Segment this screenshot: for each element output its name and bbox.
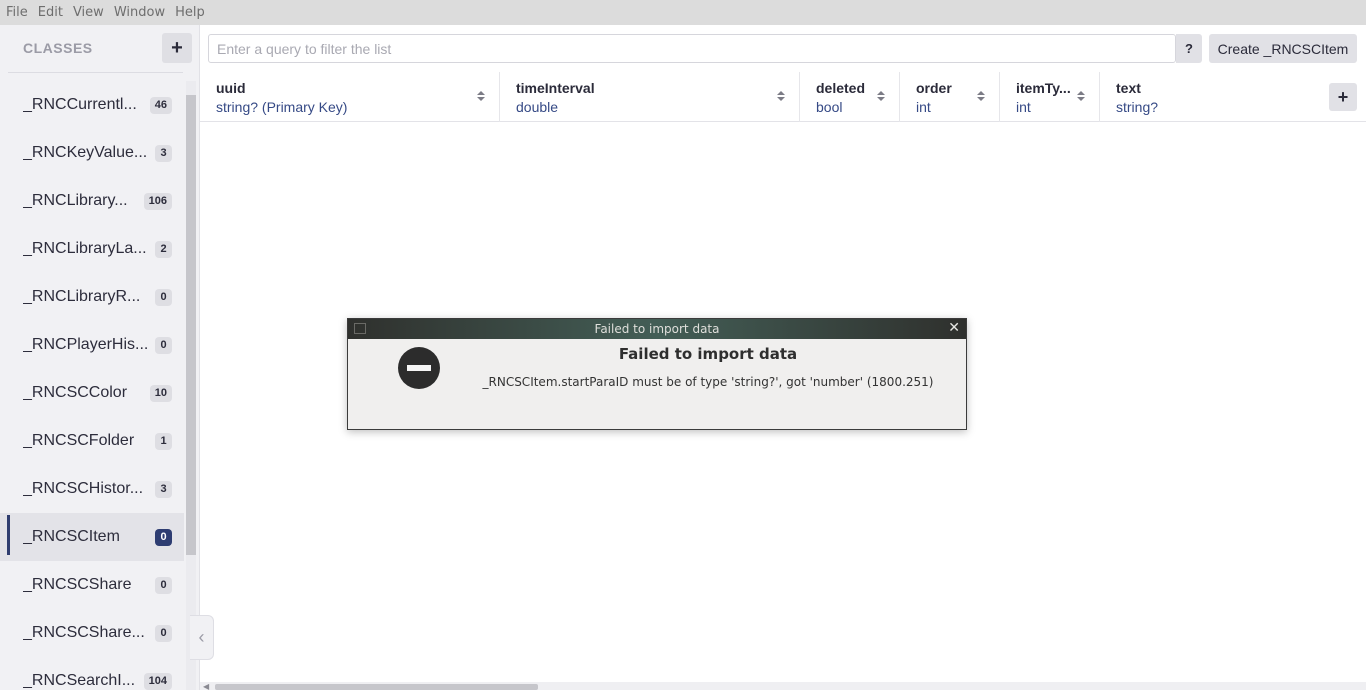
sort-icon[interactable] [977,91,985,103]
column-type: int [916,99,931,115]
object-count-badge: 3 [155,480,172,498]
object-count-badge: 106 [143,192,172,210]
sort-icon[interactable] [1077,91,1085,103]
column-name: uuid [216,80,246,96]
collapse-sidebar-button[interactable]: ‹ [190,615,214,660]
column-header-deleted[interactable]: deleted bool [800,72,900,122]
create-object-button[interactable]: Create _RNCSCItem [1209,34,1357,63]
sort-icon[interactable] [877,91,885,103]
class-name: _RNCKeyValue... [23,144,148,161]
column-type: double [516,99,559,115]
class-name: _RNCLibrary... [23,192,128,209]
column-header-timeinterval[interactable]: timeInterval double [500,72,800,122]
filter-query-input[interactable] [208,34,1176,63]
sidebar-item-class[interactable]: _RNCLibraryLa... 2 [0,225,184,273]
column-type: string? (Primary Key) [216,99,348,115]
sidebar-item-class[interactable]: _RNCSCHistor... 3 [0,465,184,513]
sidebar-item-class[interactable]: _RNCSCColor 10 [0,369,184,417]
column-type: int [1016,99,1031,115]
menu-help[interactable]: Help [175,5,205,20]
menu-view[interactable]: View [73,5,104,20]
menu-window[interactable]: Window [114,5,165,20]
column-header-itemtype[interactable]: itemTy... int [1000,72,1100,122]
column-header-text[interactable]: text string? [1100,72,1330,122]
sidebar-item-class[interactable]: _RNCPlayerHis... 0 [0,321,184,369]
sidebar-item-class[interactable]: _RNCSCShare 0 [0,561,184,609]
class-name: _RNCLibraryLa... [23,240,147,257]
classes-sidebar: CLASSES + _RNCCurrentl... 46 _RNCKeyValue.… [0,25,200,690]
class-list: _RNCCurrentl... 46 _RNCKeyValue... 3 _RNCLib… [0,81,184,690]
object-count-badge: 0 [155,576,172,594]
object-count-badge: 0 [155,336,172,354]
sidebar-title: CLASSES [23,40,93,56]
active-indicator [7,515,10,555]
menu-bar: File Edit View Window Help [0,0,1366,25]
class-name: _RNCSCShare [23,576,132,593]
class-name: _RNCSCColor [23,384,128,401]
object-count-badge: 10 [149,384,172,402]
horizontal-scrollbar[interactable] [215,684,538,690]
dialog-window-title: Failed to import data [594,322,720,336]
sidebar-item-class[interactable]: _RNCLibrary... 106 [0,177,184,225]
dialog-heading: Failed to import data [618,345,798,363]
sidebar-scrollbar[interactable] [186,95,196,555]
sidebar-item-class[interactable]: _RNCSearchI... 104 [0,657,184,690]
object-count-badge: 104 [143,672,172,690]
close-icon[interactable]: ✕ [948,320,960,336]
query-help-button[interactable]: ? [1176,34,1202,63]
column-name: timeInterval [516,80,595,96]
class-name: _RNCSCFolder [23,432,135,449]
column-name: order [916,80,952,96]
add-class-button[interactable]: + [162,33,192,63]
sidebar-item-class[interactable]: _RNCKeyValue... 3 [0,129,184,177]
class-name: _RNCSearchI... [23,672,136,689]
sidebar-item-class[interactable]: _RNCLibraryR... 0 [0,273,184,321]
window-icon [354,323,366,334]
object-count-badge: 0 [155,624,172,642]
chevron-left-icon: ‹ [198,627,205,647]
add-column-button[interactable]: + [1329,83,1357,111]
sidebar-header: CLASSES + [0,25,200,73]
dialog-message: _RNCSCItem.startParaID must be of type '… [482,375,934,389]
column-name: itemTy... [1016,80,1071,96]
column-type: string? [1116,99,1159,115]
sort-icon[interactable] [777,91,785,103]
sort-icon[interactable] [477,91,485,103]
sidebar-item-class[interactable]: _RNCCurrentl... 46 [0,81,184,129]
column-name: text [1116,80,1141,96]
sidebar-divider [8,72,183,73]
sidebar-item-class[interactable]: _RNCSCItem 0 [0,513,184,561]
import-error-dialog: Failed to import data ✕ Failed to import… [347,318,967,430]
class-name: _RNCSCItem [23,528,120,545]
column-header-order[interactable]: order int [900,72,1000,122]
object-count-badge: 1 [155,432,172,450]
column-header-uuid[interactable]: uuid string? (Primary Key) [200,72,500,122]
class-name: _RNCCurrentl... [23,96,137,113]
object-count-badge: 46 [149,96,172,114]
object-count-badge: 0 [155,528,172,546]
menu-file[interactable]: File [6,5,28,20]
class-name: _RNCLibraryR... [23,288,141,305]
menu-edit[interactable]: Edit [38,5,63,20]
object-count-badge: 2 [155,240,172,258]
sidebar-item-class[interactable]: _RNCSCFolder 1 [0,417,184,465]
dialog-titlebar[interactable]: Failed to import data ✕ [348,319,966,339]
sidebar-item-class[interactable]: _RNCSCShare... 0 [0,609,184,657]
class-name: _RNCSCShare... [23,624,145,641]
object-count-badge: 0 [155,288,172,306]
table-header: uuid string? (Primary Key) timeInterval … [200,72,1366,122]
column-name: deleted [816,80,866,96]
object-count-badge: 3 [155,144,172,162]
class-name: _RNCSCHistor... [23,480,144,497]
column-type: bool [816,99,843,115]
class-name: _RNCPlayerHis... [23,336,149,353]
